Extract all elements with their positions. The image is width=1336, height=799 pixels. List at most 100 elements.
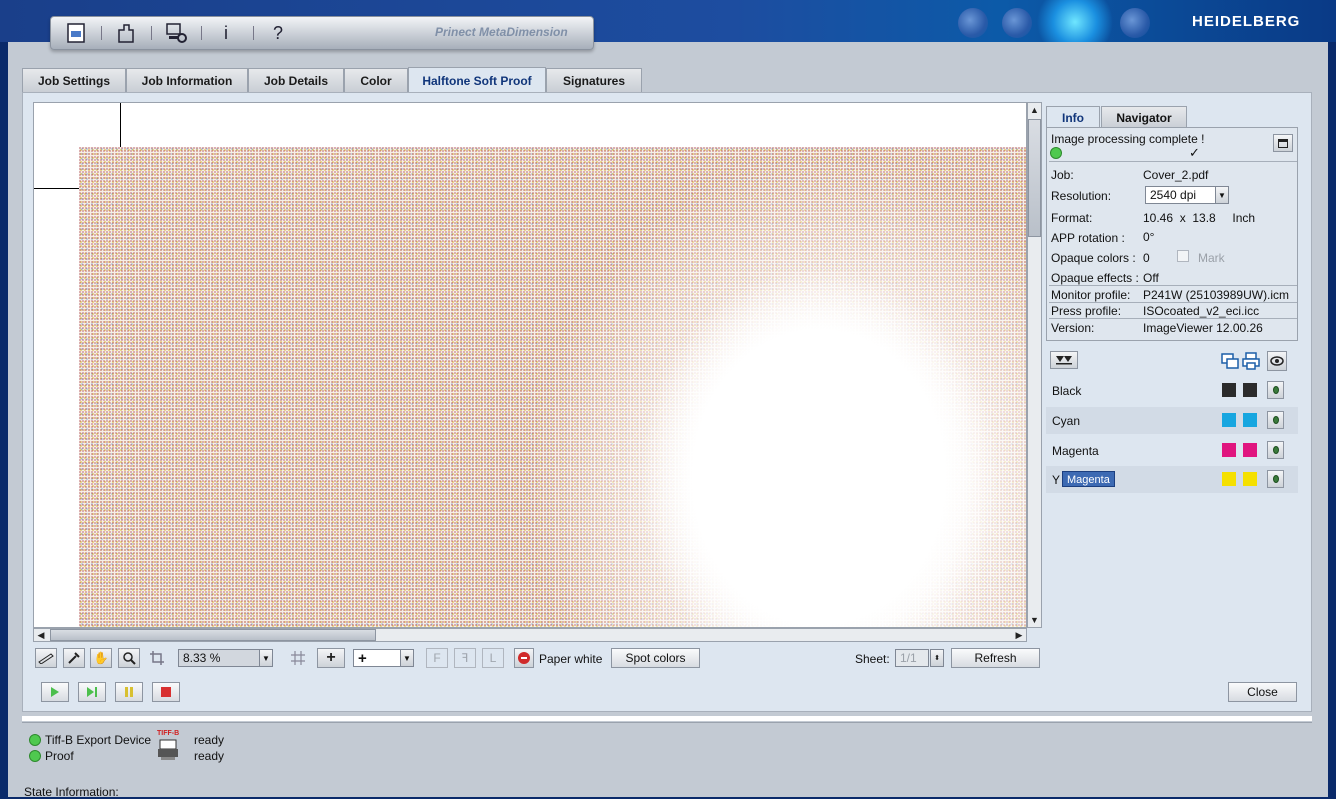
vertical-scrollbar[interactable]: ▲ ▼ [1027, 102, 1042, 628]
grid-icon[interactable] [287, 648, 309, 668]
splitter[interactable] [22, 716, 1312, 721]
press-swatch [1243, 472, 1257, 486]
toolbar-separator [253, 26, 254, 40]
banner-orb [1120, 8, 1150, 38]
flip-icon[interactable]: F [426, 648, 448, 668]
press-swatch [1243, 413, 1257, 427]
visibility-toggle-icon[interactable] [1267, 381, 1284, 399]
resolution-dropdown-icon[interactable]: ▼ [1215, 186, 1229, 204]
tab-navigator[interactable]: Navigator [1101, 106, 1187, 128]
press-swatch [1243, 383, 1257, 397]
tab-job-settings[interactable]: Job Settings [22, 68, 126, 92]
refresh-button[interactable]: Refresh [951, 648, 1040, 668]
sheet-label: Sheet: [855, 652, 890, 666]
job-label: Job: [1051, 168, 1074, 182]
monitor-swatch [1222, 383, 1236, 397]
monitor-profile-label: Monitor profile: [1051, 288, 1131, 302]
tab-info[interactable]: Info [1046, 106, 1100, 128]
rotate-icon[interactable]: L [482, 648, 504, 668]
monitor-profile-value: P241W (25103989UW).icm [1143, 288, 1290, 302]
info-icon[interactable]: i [209, 20, 243, 46]
zoom-icon[interactable] [118, 648, 140, 668]
info-panel: Image processing complete ! ✓ Job: Cover… [1046, 127, 1298, 341]
zoom-dropdown-icon[interactable]: ▼ [259, 649, 273, 667]
device-status-icon [29, 734, 41, 746]
heidelberg-logo: HEIDELBERG [1192, 13, 1301, 30]
stop-button[interactable] [152, 682, 180, 702]
paper-white-toggle-icon[interactable] [514, 648, 534, 668]
separation-name: Cyan [1052, 414, 1081, 428]
visibility-toggle-icon[interactable] [1267, 441, 1284, 459]
add-marker-button[interactable]: + [317, 648, 345, 668]
monitor-view-icon[interactable] [1221, 352, 1239, 370]
mirror-icon[interactable]: ꟻ [454, 648, 476, 668]
tab-job-details[interactable]: Job Details [248, 68, 344, 92]
device-badge: TIFF-B [157, 730, 180, 737]
spot-colors-button[interactable]: Spot colors [611, 648, 700, 668]
opaque-effects-label: Opaque effects : [1051, 271, 1139, 285]
close-button[interactable]: Close [1228, 682, 1297, 702]
version-value: ImageViewer 12.00.26 [1143, 321, 1263, 335]
scroll-left-icon[interactable]: ◀ [34, 629, 48, 641]
resolution-combo[interactable]: 2540 dpi [1145, 186, 1217, 204]
opaque-colors-label: Opaque colors : [1051, 251, 1136, 265]
device-state: ready [194, 733, 225, 747]
mark-label: Mark [1198, 251, 1225, 265]
device-status-icon [29, 750, 41, 762]
visibility-toggle-icon[interactable] [1267, 470, 1284, 488]
play-button[interactable] [41, 682, 69, 702]
halftone-image [79, 147, 1026, 627]
banner-orb [1002, 8, 1032, 38]
marker-dropdown-icon[interactable]: ▼ [400, 649, 414, 667]
tab-halftone-soft-proof[interactable]: Halftone Soft Proof [408, 67, 546, 93]
separation-row[interactable]: Cyan [1046, 407, 1298, 434]
toolbar-separator [151, 26, 152, 40]
image-viewer[interactable] [33, 102, 1027, 628]
tooltip: Magenta [1062, 471, 1115, 487]
marker-combo[interactable]: + [353, 649, 401, 667]
crop-mark [34, 188, 79, 189]
tab-job-information[interactable]: Job Information [126, 68, 248, 92]
zoom-level-combo[interactable]: 8.33 % [178, 649, 260, 667]
crop-mark [120, 103, 121, 147]
scroll-right-icon[interactable]: ▶ [1012, 629, 1026, 641]
eyedropper-icon[interactable] [63, 648, 85, 668]
visible-indicator-icon [1272, 475, 1279, 483]
visible-indicator-icon [1272, 416, 1279, 424]
paper-white-label: Paper white [539, 652, 603, 666]
pause-button[interactable] [115, 682, 143, 702]
divider [1049, 318, 1297, 319]
mark-checkbox[interactable] [1177, 250, 1189, 262]
sheet-spinner-icon[interactable]: ⬍ [930, 649, 944, 667]
divider [1049, 161, 1297, 162]
horizontal-scrollbar[interactable]: ◀ ▶ [33, 628, 1027, 642]
sheet-field[interactable]: 1/1 [895, 649, 929, 667]
device-state: ready [194, 749, 225, 763]
app-title: Prinect MetaDimension [435, 25, 568, 39]
press-swatch [1243, 443, 1257, 457]
scroll-up-icon[interactable]: ▲ [1028, 103, 1041, 117]
maximize-icon[interactable] [1273, 134, 1293, 152]
separation-row[interactable]: Magenta [1046, 437, 1298, 464]
vertical-scroll-thumb[interactable] [1028, 119, 1041, 237]
tab-signatures[interactable]: Signatures [546, 68, 642, 92]
visible-indicator-icon [1272, 386, 1279, 394]
horizontal-scroll-thumb[interactable] [50, 629, 376, 641]
scroll-down-icon[interactable]: ▼ [1028, 613, 1041, 627]
settings-computer-icon[interactable] [159, 20, 193, 46]
help-icon[interactable]: ? [261, 20, 295, 46]
tab-color[interactable]: Color [344, 68, 408, 92]
job-icon[interactable] [59, 20, 93, 46]
press-profile-label: Press profile: [1051, 304, 1122, 318]
separation-row[interactable]: Black [1046, 377, 1298, 404]
print-view-icon[interactable] [1242, 352, 1260, 370]
hand-tool-icon[interactable]: ✋ [90, 648, 112, 668]
eye-all-icon[interactable] [1267, 351, 1287, 371]
ruler-tool-icon[interactable] [35, 648, 57, 668]
collapse-separations-icon[interactable] [1050, 351, 1078, 369]
devices-icon[interactable] [109, 20, 143, 46]
crop-tool-icon[interactable] [146, 648, 168, 668]
opaque-colors-value: 0 [1143, 251, 1150, 265]
step-button[interactable] [78, 682, 106, 702]
visibility-toggle-icon[interactable] [1267, 411, 1284, 429]
